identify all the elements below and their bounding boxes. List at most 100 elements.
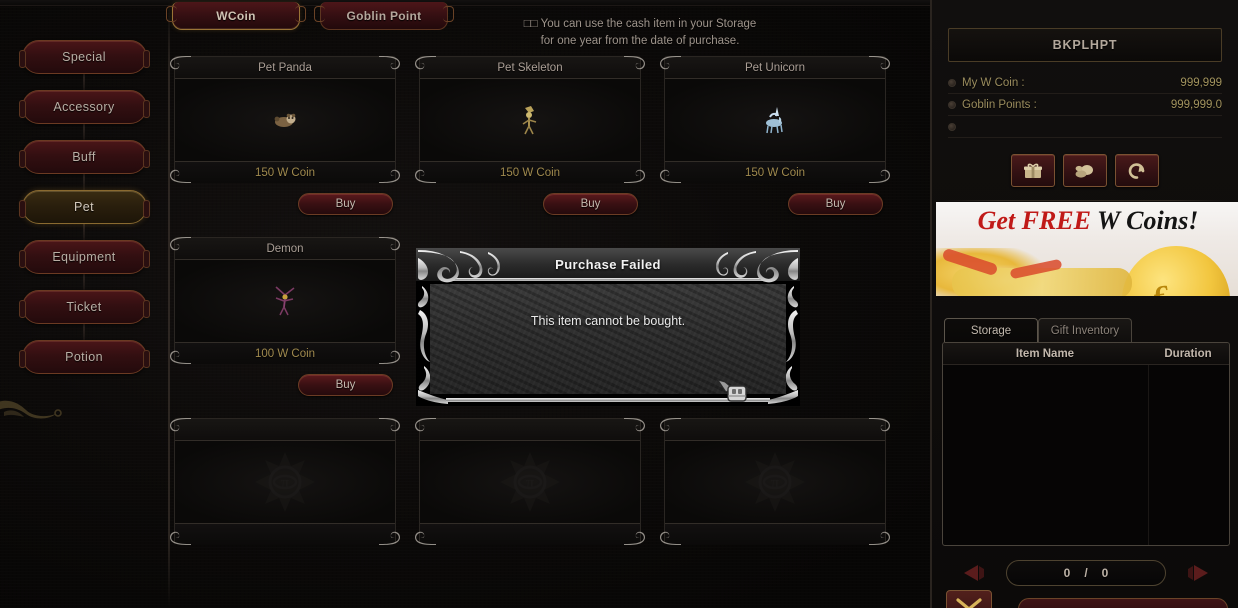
item-price: 150 W Coin bbox=[175, 161, 395, 183]
table-header: Item Name Duration bbox=[943, 343, 1229, 365]
banner-text-red: Get FREE bbox=[977, 206, 1091, 235]
item-cell: Demon 100 W Coin Buy bbox=[170, 237, 415, 418]
item-card[interactable]: Demon 100 W Coin bbox=[170, 237, 400, 364]
sidebar-item-label: Pet bbox=[74, 200, 94, 214]
item-name: Pet Skeleton bbox=[420, 57, 640, 79]
currency-tabs: WCoin Goblin Point bbox=[166, 2, 454, 30]
banner-headline: Get FREE W Coins! bbox=[936, 206, 1238, 236]
skeleton-sprite-icon bbox=[522, 106, 537, 135]
panda-sprite-icon bbox=[274, 113, 296, 127]
dialog-message: This item cannot be bought. bbox=[530, 314, 686, 328]
wcoin-label: My W Coin : bbox=[962, 76, 1025, 89]
item-image-placeholder: π bbox=[175, 441, 395, 523]
buy-button[interactable]: Buy bbox=[788, 193, 883, 215]
emblem-watermark-icon: π bbox=[745, 452, 805, 512]
item-price: 150 W Coin bbox=[665, 161, 885, 183]
item-image bbox=[420, 79, 640, 161]
page-indicator: 0 / 0 bbox=[1006, 560, 1166, 586]
refresh-icon bbox=[1128, 162, 1145, 179]
prev-page-button[interactable] bbox=[962, 561, 1000, 585]
promo-banner[interactable]: € Get FREE W Coins! bbox=[936, 202, 1238, 296]
chevron-down-icon bbox=[956, 598, 982, 608]
item-cell: Pet Skeleton 150 W Coin Buy bbox=[415, 56, 660, 237]
column-header-duration: Duration bbox=[1164, 347, 1212, 360]
sidebar-item-potion[interactable]: Potion bbox=[18, 340, 150, 374]
tab-label: Gift Inventory bbox=[1050, 324, 1120, 337]
bullet-icon bbox=[948, 123, 956, 131]
demon-sprite-icon bbox=[275, 286, 295, 316]
item-image bbox=[175, 79, 395, 161]
refresh-button[interactable] bbox=[1115, 154, 1159, 187]
close-shop-button[interactable] bbox=[946, 590, 992, 608]
item-price: 150 W Coin bbox=[420, 161, 640, 183]
item-card[interactable]: Pet Skeleton 150 W Coin bbox=[415, 56, 645, 183]
buy-button[interactable]: Buy bbox=[543, 193, 638, 215]
game-shop-window: Special Accessory Buff Pet Equipment Tic… bbox=[0, 0, 1238, 608]
inventory-tabs: Storage Gift Inventory bbox=[944, 318, 1132, 342]
sidebar-connector bbox=[83, 224, 85, 240]
tab-storage[interactable]: Storage bbox=[944, 318, 1038, 342]
goblin-row: Goblin Points : 999,999.0 bbox=[948, 94, 1222, 116]
item-name: Pet Unicorn bbox=[665, 57, 885, 79]
item-cell-empty: π bbox=[170, 418, 415, 599]
sidebar-connector bbox=[83, 74, 85, 90]
account-action-buttons bbox=[932, 154, 1238, 187]
next-page-button[interactable] bbox=[1172, 561, 1210, 585]
sidebar-item-label: Ticket bbox=[66, 300, 102, 314]
item-image-placeholder: π bbox=[665, 441, 885, 523]
item-card-empty[interactable]: π bbox=[170, 418, 400, 545]
pagination: 0 / 0 bbox=[942, 556, 1230, 590]
sidebar-item-label: Accessory bbox=[53, 100, 115, 114]
panel-divider bbox=[940, 200, 1230, 201]
tab-label: Storage bbox=[970, 324, 1012, 337]
sidebar-connector bbox=[83, 174, 85, 190]
tab-gift-inventory[interactable]: Gift Inventory bbox=[1038, 318, 1132, 342]
tab-wcoin[interactable]: WCoin bbox=[166, 2, 306, 30]
category-sidebar: Special Accessory Buff Pet Equipment Tic… bbox=[0, 40, 168, 390]
item-cell: Pet Unicorn 150 W Coin Buy bbox=[660, 56, 905, 237]
item-image-placeholder: π bbox=[420, 441, 640, 523]
bottom-bar-slot[interactable] bbox=[1018, 598, 1228, 608]
storage-notice: □□ You can use the cash item in your Sto… bbox=[450, 16, 830, 50]
sidebar-item-special[interactable]: Special bbox=[18, 40, 150, 74]
wcoin-row: My W Coin : 999,999 bbox=[948, 72, 1222, 94]
sidebar-item-pet[interactable]: Pet bbox=[18, 190, 150, 224]
sidebar-item-accessory[interactable]: Accessory bbox=[18, 90, 150, 124]
sidebar-item-equipment[interactable]: Equipment bbox=[18, 240, 150, 274]
dialog-title: Purchase Failed bbox=[555, 257, 661, 272]
bullet-icon bbox=[948, 101, 956, 109]
item-card-empty[interactable]: π bbox=[660, 418, 890, 545]
tab-goblin-point[interactable]: Goblin Point bbox=[314, 2, 454, 30]
wcoin-value: 999,999 bbox=[1180, 76, 1222, 89]
buy-button[interactable]: Buy bbox=[298, 374, 393, 396]
item-name: Pet Panda bbox=[175, 57, 395, 79]
item-card[interactable]: Pet Unicorn 150 W Coin bbox=[660, 56, 890, 183]
page-separator: / bbox=[1084, 566, 1088, 580]
notice-line-1: □□ You can use the cash item in your Sto… bbox=[523, 18, 757, 30]
coins-button[interactable] bbox=[1063, 154, 1107, 187]
notice-line-2: for one year from the date of purchase. bbox=[540, 35, 740, 47]
sidebar-connector bbox=[83, 124, 85, 140]
flourish-ornament-icon bbox=[0, 400, 62, 419]
gift-icon bbox=[1024, 163, 1042, 178]
mouse-cursor-icon bbox=[716, 379, 747, 402]
column-header-item-name: Item Name bbox=[1015, 347, 1075, 360]
extra-row bbox=[948, 116, 1222, 138]
gift-button[interactable] bbox=[1011, 154, 1055, 187]
item-card[interactable]: Pet Panda 150 W Coin bbox=[170, 56, 400, 183]
item-name bbox=[420, 419, 640, 441]
tab-label: WCoin bbox=[216, 8, 256, 23]
item-image bbox=[175, 260, 395, 342]
svg-text:π: π bbox=[281, 473, 290, 492]
item-card-empty[interactable]: π bbox=[415, 418, 645, 545]
buy-button[interactable]: Buy bbox=[298, 193, 393, 215]
page-current: 0 bbox=[1063, 566, 1071, 580]
table-body[interactable] bbox=[943, 365, 1229, 545]
inventory-table: Item Name Duration bbox=[942, 342, 1230, 546]
sidebar-item-buff[interactable]: Buff bbox=[18, 140, 150, 174]
sidebar-item-label: Potion bbox=[65, 350, 103, 364]
item-image bbox=[665, 79, 885, 161]
svg-text:π: π bbox=[771, 473, 780, 492]
sidebar-item-ticket[interactable]: Ticket bbox=[18, 290, 150, 324]
goblin-label: Goblin Points : bbox=[962, 98, 1037, 111]
